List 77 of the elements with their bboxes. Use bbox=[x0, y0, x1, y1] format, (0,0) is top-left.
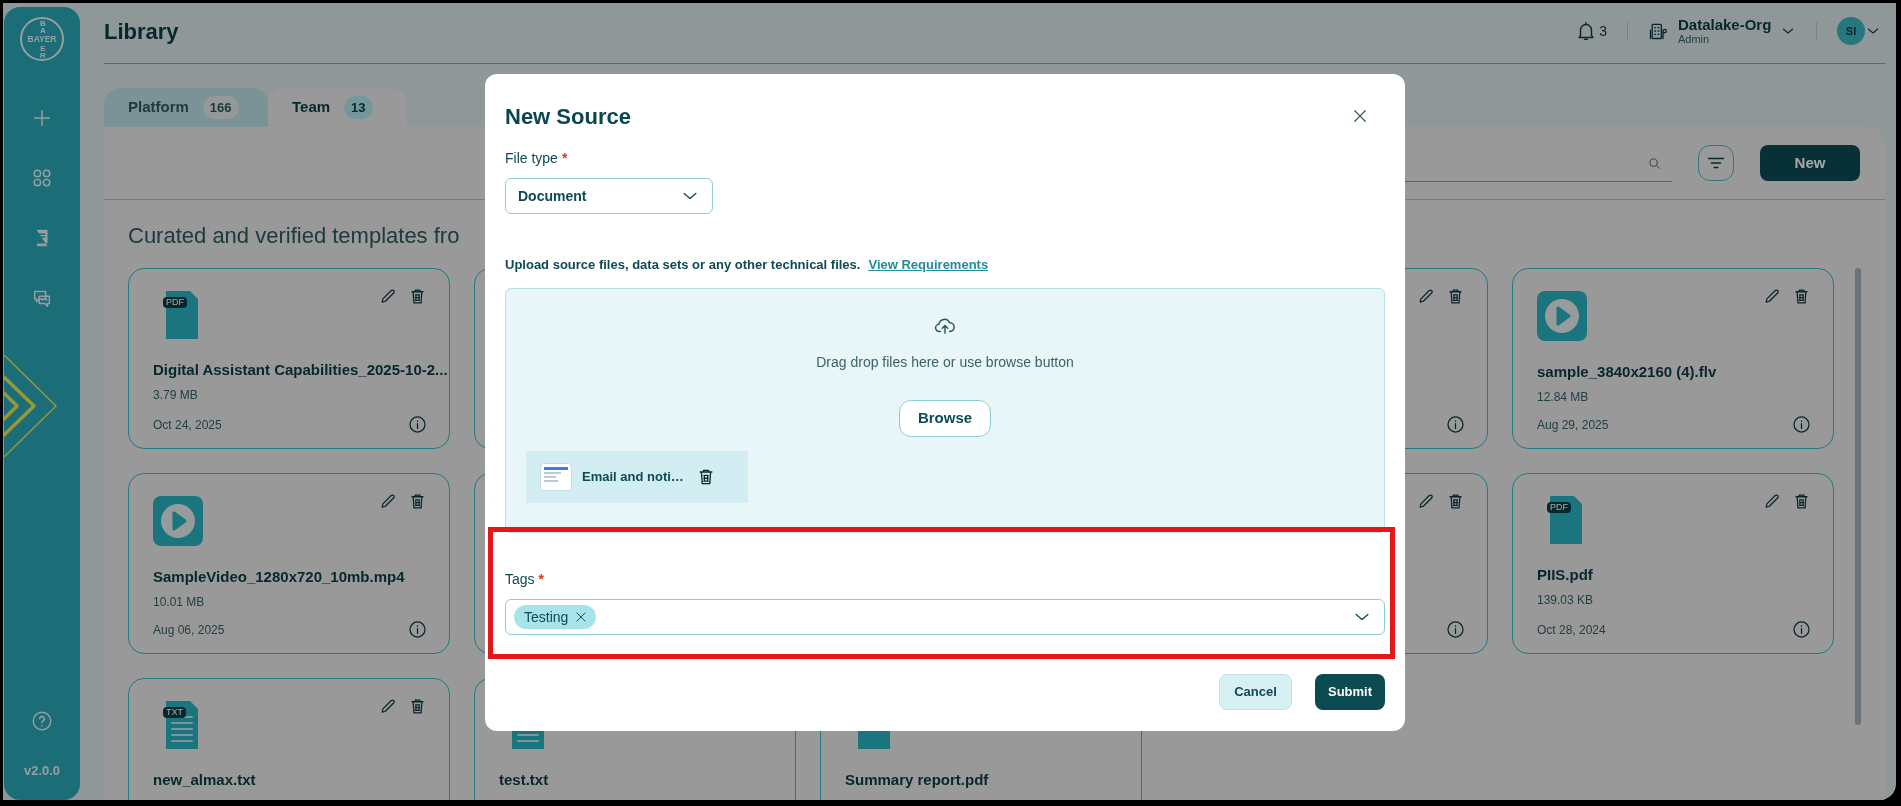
drop-hint: Drag drop files here or use browse button bbox=[816, 353, 1074, 371]
scrollbar[interactable] bbox=[1855, 268, 1861, 725]
organization-role: Admin bbox=[1678, 33, 1711, 46]
file-size: 10.01 MB bbox=[153, 593, 206, 611]
logo-text: ER bbox=[39, 45, 47, 59]
file-name: test.txt bbox=[499, 770, 550, 790]
field-label: Tags bbox=[505, 570, 535, 589]
delete-icon[interactable] bbox=[408, 697, 427, 716]
cancel-button[interactable]: Cancel bbox=[1219, 674, 1292, 710]
count-badge: 166 bbox=[202, 95, 239, 120]
count-badge: 13 bbox=[344, 95, 373, 120]
delete-icon[interactable] bbox=[408, 492, 427, 511]
info-icon[interactable] bbox=[1792, 620, 1811, 639]
upload-description: Upload source files, data sets or any other technical files. bbox=[505, 256, 861, 274]
file-name: Summary report.pdf bbox=[845, 770, 990, 790]
required-mark: * bbox=[538, 570, 545, 589]
file-thumbnail bbox=[540, 463, 572, 491]
organization-switcher[interactable]: Datalake-Org Admin bbox=[1648, 16, 1796, 46]
logo-text: BAYER bbox=[26, 34, 58, 44]
delete-icon[interactable] bbox=[1792, 492, 1811, 511]
info-icon[interactable] bbox=[408, 415, 427, 434]
file-name: PIIS.pdf bbox=[1537, 565, 1594, 585]
edit-icon[interactable] bbox=[379, 697, 398, 716]
delete-icon[interactable] bbox=[1792, 287, 1811, 306]
file-name: new_almax.txt bbox=[153, 770, 257, 790]
file-name: Email and noti… bbox=[582, 468, 684, 487]
delete-icon[interactable] bbox=[1446, 492, 1465, 511]
edit-icon[interactable] bbox=[1763, 492, 1782, 511]
file-name: SampleVideo_1280x720_10mb.mp4 bbox=[153, 567, 406, 587]
info-icon[interactable] bbox=[1446, 620, 1465, 639]
info-icon[interactable] bbox=[1446, 415, 1465, 434]
file-date: Oct 28, 2024 bbox=[1537, 622, 1606, 639]
video-file-icon bbox=[1537, 291, 1587, 341]
file-date: Oct 24, 2025 bbox=[153, 417, 222, 434]
remove-icon[interactable] bbox=[574, 610, 589, 624]
tags-field[interactable]: Testing bbox=[505, 599, 1385, 635]
drop-zone[interactable]: Drag drop files here or use browse button Browse Email and noti… bbox=[505, 288, 1385, 533]
delete-icon[interactable] bbox=[1446, 287, 1465, 306]
new-button[interactable]: New bbox=[1760, 145, 1860, 181]
file-type-dropdown[interactable]: Document bbox=[505, 178, 713, 214]
organization-name: Datalake-Org bbox=[1678, 16, 1773, 33]
file-name: Digital Assistant Capabilities_2025-10-2... bbox=[153, 360, 449, 380]
video-file-icon bbox=[153, 496, 203, 546]
edit-icon[interactable] bbox=[1417, 492, 1436, 511]
file-date: Aug 06, 2025 bbox=[153, 622, 225, 639]
submit-button[interactable]: Submit bbox=[1315, 674, 1385, 710]
close-icon bbox=[1351, 107, 1369, 125]
info-icon[interactable] bbox=[1792, 415, 1811, 434]
edit-icon[interactable] bbox=[379, 492, 398, 511]
tag-chip: Testing bbox=[514, 605, 597, 629]
edit-icon[interactable] bbox=[1763, 287, 1782, 306]
logo-text: BA bbox=[39, 20, 47, 34]
search-icon bbox=[1647, 156, 1662, 171]
info-icon[interactable] bbox=[408, 620, 427, 639]
avatar: SI bbox=[1837, 17, 1865, 45]
edit-icon[interactable] bbox=[1417, 287, 1436, 306]
file-date: Aug 29, 2025 bbox=[1537, 417, 1609, 434]
file-name: sample_3840x2160 (4).flv bbox=[1537, 362, 1718, 382]
building-icon bbox=[1648, 21, 1668, 41]
dialog-title: New Source bbox=[505, 102, 631, 131]
required-mark: * bbox=[561, 149, 568, 168]
field-label: File type bbox=[505, 149, 558, 168]
version-label: v2.0.0 bbox=[23, 761, 61, 780]
profile-menu[interactable]: SI bbox=[1837, 17, 1881, 45]
delete-icon[interactable] bbox=[408, 287, 427, 306]
file-size: 139.03 KB bbox=[1537, 591, 1595, 609]
view-requirements-link[interactable]: View Requirements bbox=[868, 256, 989, 274]
edit-icon[interactable] bbox=[379, 287, 398, 306]
page-title: Library bbox=[104, 17, 179, 46]
browse-button[interactable]: Browse bbox=[899, 400, 991, 437]
tab[interactable]: Platform 166 bbox=[104, 88, 268, 127]
tab[interactable]: Team 13 bbox=[268, 88, 407, 127]
file-size: 12.84 MB bbox=[1537, 388, 1590, 406]
notifications-button[interactable]: 3 bbox=[1575, 20, 1607, 42]
filter-button[interactable] bbox=[1698, 145, 1734, 181]
section-heading: Curated and verified templates fro bbox=[128, 222, 460, 250]
file-size: 3.79 MB bbox=[153, 386, 199, 404]
